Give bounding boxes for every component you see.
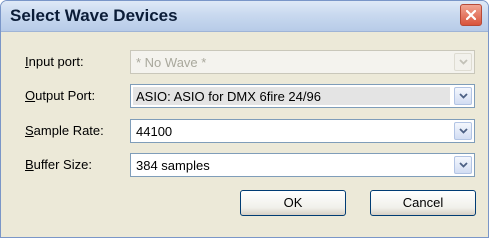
output-port-value: ASIO: ASIO for DMX 6fire 24/96: [136, 89, 321, 104]
output-port-dropdown-button[interactable]: [454, 87, 472, 105]
output-port-label: Output Port:: [25, 88, 96, 103]
buffer-size-value: 384 samples: [136, 158, 210, 173]
output-port-row: Output Port: ASIO: ASIO for DMX 6fire 24…: [1, 84, 488, 110]
input-port-value: * No Wave *: [136, 55, 207, 70]
chevron-down-icon: [459, 162, 468, 168]
sample-rate-label: Sample Rate:: [25, 123, 104, 138]
select-wave-devices-dialog: Select Wave Devices Input port: * No Wav…: [0, 0, 489, 238]
buffer-size-dropdown-button[interactable]: [454, 156, 472, 174]
chevron-down-icon: [459, 128, 468, 134]
chevron-down-icon: [459, 93, 468, 99]
buffer-size-row: Buffer Size: 384 samples: [1, 153, 488, 179]
window-title: Select Wave Devices: [10, 6, 178, 25]
close-icon: [466, 10, 476, 20]
sample-rate-select[interactable]: 44100: [130, 119, 475, 143]
sample-rate-row: Sample Rate: 44100: [1, 119, 488, 145]
chevron-down-icon: [459, 59, 468, 65]
sample-rate-value: 44100: [136, 124, 173, 139]
input-port-dropdown-button[interactable]: [454, 53, 472, 71]
input-port-label: Input port:: [25, 54, 84, 69]
close-button[interactable]: [460, 4, 482, 26]
output-port-select[interactable]: ASIO: ASIO for DMX 6fire 24/96: [130, 84, 475, 108]
buffer-size-label: Buffer Size:: [25, 157, 92, 172]
input-port-select[interactable]: * No Wave *: [130, 50, 475, 74]
cancel-button[interactable]: Cancel: [370, 190, 476, 216]
sample-rate-dropdown-button[interactable]: [454, 122, 472, 140]
input-port-row: Input port: * No Wave *: [1, 50, 488, 76]
title-bar[interactable]: Select Wave Devices: [1, 1, 488, 32]
buffer-size-select[interactable]: 384 samples: [130, 153, 475, 177]
ok-button[interactable]: OK: [240, 190, 346, 216]
